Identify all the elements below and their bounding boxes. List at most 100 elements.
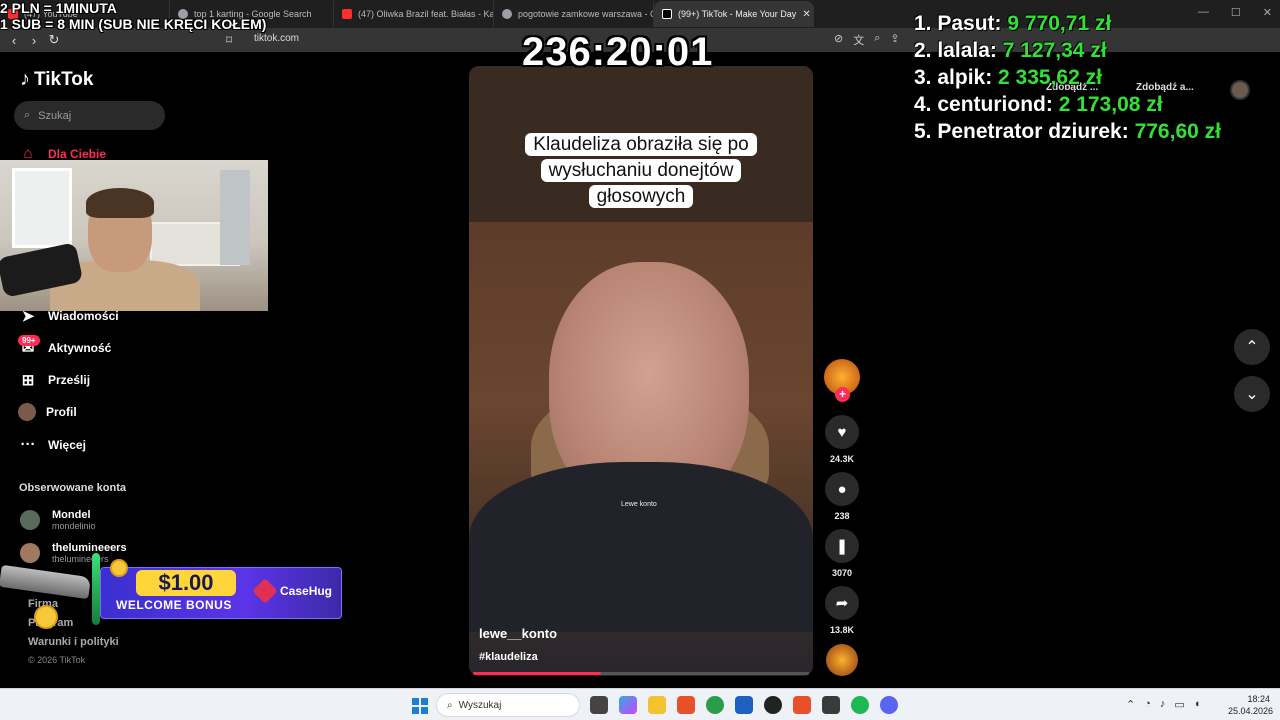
url-field[interactable]: tiktok.com bbox=[254, 33, 299, 44]
spotify-icon[interactable] bbox=[851, 696, 869, 714]
zoom-icon[interactable]: ⌕ bbox=[874, 32, 880, 48]
tiktok-note-icon: ♪ bbox=[20, 68, 30, 90]
bookmark-icon[interactable]: ⌑ bbox=[226, 33, 232, 47]
share-button[interactable]: ➦ 13.8K bbox=[822, 586, 862, 635]
share-arrow-icon: ➦ bbox=[825, 586, 859, 620]
taskbar-search[interactable]: ⌕ Wyszukaj bbox=[436, 693, 580, 717]
windows-start-icon[interactable] bbox=[412, 698, 428, 714]
leaderboard-row: 2. lalala: 7 127,34 zł bbox=[914, 39, 1107, 62]
followed-accounts-header: Obserwowane konta bbox=[19, 482, 126, 494]
plus-square-icon: ⊞ bbox=[21, 372, 35, 389]
share-icon[interactable]: ⇪ bbox=[890, 32, 899, 48]
webcam-person-hair bbox=[86, 188, 154, 218]
back-icon[interactable]: ‹ bbox=[4, 33, 24, 48]
followed-account[interactable]: thelumineeers thelumineeers bbox=[20, 542, 127, 564]
leaderboard-row: 4. centuriond: 2 173,08 zł bbox=[914, 93, 1163, 116]
search-icon: ⌕ bbox=[24, 109, 31, 121]
battery-icon[interactable]: ▭ bbox=[1174, 698, 1184, 711]
casino-ad-banner[interactable]: $1.00 WELCOME BONUS CaseHug bbox=[0, 553, 342, 629]
maximize-icon[interactable]: ☐ bbox=[1231, 6, 1241, 19]
casehug-logo-icon bbox=[252, 578, 278, 604]
music-disc-icon[interactable] bbox=[826, 644, 858, 676]
stream-rules-overlay: 2 PLN = 1MINUTA 1 SUB = 8 MIN (SUB NIE K… bbox=[0, 0, 267, 32]
heart-icon: ♥ bbox=[825, 415, 859, 449]
more-dots-icon: ··· bbox=[20, 436, 36, 453]
chrome-icon[interactable] bbox=[706, 696, 724, 714]
translate-icon[interactable]: 文 bbox=[853, 32, 864, 48]
discord-icon[interactable] bbox=[880, 696, 898, 714]
avatar bbox=[18, 403, 36, 421]
google-icon bbox=[502, 9, 512, 19]
video-hashtag[interactable]: #klaudeliza bbox=[479, 651, 538, 663]
avatar bbox=[20, 510, 40, 530]
mic-icon[interactable]: ♪ bbox=[1160, 698, 1166, 711]
task-view-icon[interactable] bbox=[590, 696, 608, 714]
close-window-icon[interactable]: ✕ bbox=[1263, 6, 1272, 19]
leaderboard-row: 3. alpik: 2 335,62 zł bbox=[914, 66, 1102, 89]
video-scene bbox=[469, 222, 813, 676]
close-tab-icon[interactable]: ✕ bbox=[802, 9, 810, 20]
wifi-icon[interactable]: ◔ bbox=[1144, 698, 1151, 711]
webcam-feed bbox=[0, 160, 268, 311]
video-progress-bar[interactable] bbox=[473, 672, 809, 675]
taskbar-clock[interactable]: 18:24 25.04.2026 bbox=[1228, 693, 1273, 717]
app-icon[interactable] bbox=[822, 696, 840, 714]
gun-icon bbox=[0, 564, 92, 600]
reload-icon[interactable]: ↻ bbox=[44, 32, 64, 48]
followed-account[interactable]: Mondel mondelinio bbox=[20, 509, 96, 531]
leaderboard-row: 5. Penetrator dziurek: 776,60 zł bbox=[914, 120, 1221, 143]
save-button[interactable]: ❚ 3070 bbox=[822, 529, 862, 578]
comment-button[interactable]: ● 238 bbox=[822, 472, 862, 521]
leaderboard-row: 1. Pasut: 9 770,71 zł bbox=[914, 12, 1112, 35]
video-player[interactable]: Klaudeliza obraziła się po wysłuchaniu d… bbox=[469, 66, 813, 676]
ad-bonus-text: WELCOME BONUS bbox=[116, 598, 232, 612]
knife-icon bbox=[92, 553, 100, 625]
chevron-down-icon: ⌄ bbox=[1245, 386, 1259, 403]
avatar bbox=[20, 543, 40, 563]
obs-icon[interactable] bbox=[764, 696, 782, 714]
next-video-button[interactable]: ⌄ bbox=[1234, 376, 1270, 412]
like-button[interactable]: ♥ 24.3K bbox=[822, 415, 862, 464]
file-explorer-icon[interactable] bbox=[648, 696, 666, 714]
tiktok-logo[interactable]: ♪ TikTok bbox=[20, 68, 93, 91]
sidebar-item-more[interactable]: ··· Więcej bbox=[18, 436, 86, 453]
volume-icon[interactable]: ◖ bbox=[1194, 698, 1201, 711]
ad-brand: CaseHug bbox=[252, 578, 332, 604]
system-tray: ⌃ ◔ ♪ ▭ ◖ bbox=[1126, 698, 1200, 711]
brave-icon[interactable] bbox=[677, 696, 695, 714]
webcam-window bbox=[12, 168, 72, 248]
previous-video-button[interactable]: ⌃ bbox=[1234, 329, 1270, 365]
donation-leaderboard: 1. Pasut: 9 770,71 zł 2. lalala: 7 127,3… bbox=[914, 10, 1221, 145]
avatar[interactable] bbox=[1230, 80, 1250, 100]
browser-toolbar: ⊘ 文 ⌕ ⇪ bbox=[834, 32, 900, 48]
ad-amount: $1.00 bbox=[136, 570, 236, 596]
activity-badge: 99+ bbox=[18, 335, 40, 346]
screen: (47) YouTube top 1 karting - Google Sear… bbox=[0, 0, 1280, 720]
tiktok-icon bbox=[662, 9, 672, 19]
forward-icon[interactable]: › bbox=[24, 33, 44, 48]
tab-youtube-music[interactable]: (47) Oliwka Brazil feat. Białas - Karaib bbox=[334, 1, 494, 27]
copilot-icon[interactable] bbox=[619, 696, 637, 714]
bookmark-icon: ❚ bbox=[825, 529, 859, 563]
video-username[interactable]: lewe__konto bbox=[479, 626, 557, 641]
footer-link-terms[interactable]: Warunki i polityki bbox=[28, 636, 119, 648]
windows-taskbar: ⌕ Wyszukaj ⌃ ◔ ♪ ▭ ◖ 18:24 25.04.2026 bbox=[0, 688, 1280, 720]
search-icon: ⌕ bbox=[447, 699, 453, 711]
sidebar-item-upload[interactable]: ⊞ Prześlij bbox=[18, 371, 90, 389]
video-person-shirt bbox=[469, 462, 813, 632]
tab-tiktok[interactable]: (99+) TikTok - Make Your Day ✕ bbox=[654, 1, 814, 27]
follow-plus-icon[interactable]: + bbox=[835, 387, 850, 402]
video-caption: Klaudeliza obraziła się po wysłuchaniu d… bbox=[503, 132, 779, 210]
tab-google-locksmith[interactable]: pogotowie zamkowe warszawa - Goo bbox=[494, 1, 654, 27]
video-progress-fill bbox=[473, 672, 601, 675]
brave-icon[interactable] bbox=[793, 696, 811, 714]
search-input[interactable]: ⌕ Szukaj bbox=[14, 101, 165, 130]
store-icon[interactable] bbox=[735, 696, 753, 714]
tracking-icon[interactable]: ⊘ bbox=[834, 32, 843, 48]
copyright: © 2026 TikTok bbox=[28, 655, 86, 665]
webcam-fridge bbox=[220, 170, 250, 265]
video-watermark: Lewe konto bbox=[621, 501, 657, 508]
sidebar-item-profile[interactable]: Profil bbox=[18, 403, 77, 421]
coin-icon bbox=[34, 605, 58, 629]
tray-chevron-icon[interactable]: ⌃ bbox=[1126, 698, 1135, 711]
